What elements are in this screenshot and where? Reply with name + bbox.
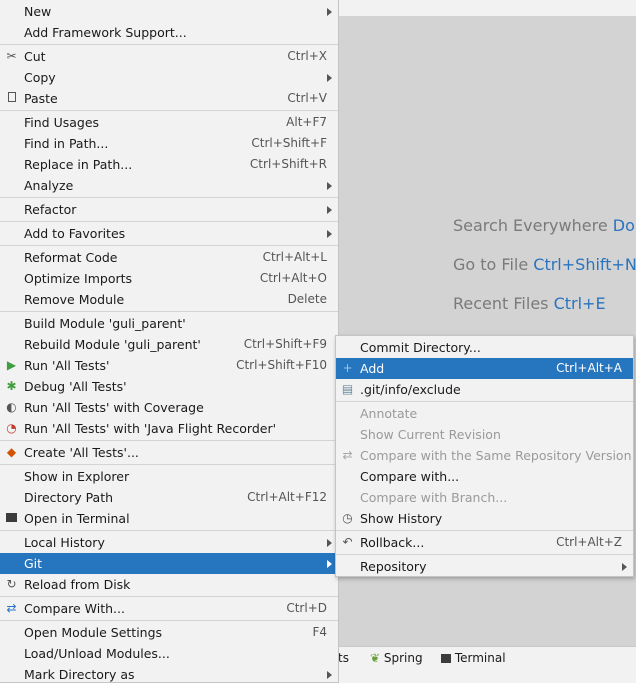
submenu-arrow-icon xyxy=(622,563,627,571)
compare-arrows-icon: ⇄ xyxy=(6,601,17,615)
menu-item-build-module[interactable]: Build Module 'guli_parent' xyxy=(0,313,338,334)
menu-item-module-settings[interactable]: Open Module Settings F4 xyxy=(0,622,338,643)
git-item-compare-branch[interactable]: Compare with Branch... xyxy=(336,487,633,508)
menu-item-local-history[interactable]: Local History xyxy=(0,532,338,553)
tool-window-terminal[interactable]: Terminal xyxy=(441,651,506,665)
menu-item-run-coverage[interactable]: ◐ Run 'All Tests' with Coverage xyxy=(0,397,338,418)
menu-item-create-tests[interactable]: ◆ Create 'All Tests'... xyxy=(0,442,338,463)
menu-separator xyxy=(0,620,338,621)
menu-item-rebuild-module[interactable]: Rebuild Module 'guli_parent' Ctrl+Shift+F… xyxy=(0,334,338,355)
git-item-show-current-revision[interactable]: Show Current Revision xyxy=(336,424,633,445)
menu-item-remove-module[interactable]: Remove Module Delete xyxy=(0,289,338,310)
submenu-arrow-icon xyxy=(327,182,332,190)
create-test-icon: ◆ xyxy=(6,445,17,459)
menu-separator xyxy=(0,245,338,246)
git-item-annotate[interactable]: Annotate xyxy=(336,403,633,424)
terminal-icon xyxy=(441,654,451,663)
plus-icon: + xyxy=(342,361,353,375)
menu-item-debug-tests[interactable]: ✱ Debug 'All Tests' xyxy=(0,376,338,397)
git-submenu: Commit Directory... + Add Ctrl+Alt+A ▤ .git… xyxy=(335,335,634,577)
menu-item-load-unload[interactable]: Load/Unload Modules... xyxy=(0,643,338,664)
git-item-compare-same-repo[interactable]: ⇄ Compare with the Same Repository Versio… xyxy=(336,445,633,466)
menu-item-analyze[interactable]: Analyze xyxy=(0,175,338,196)
profiler-icon: ◔ xyxy=(6,421,17,435)
tool-window-partial[interactable]: ts xyxy=(338,651,349,665)
menu-separator xyxy=(0,197,338,198)
hint-go-to-file: Go to File Ctrl+Shift+N xyxy=(453,255,636,274)
coverage-icon: ◐ xyxy=(6,400,17,414)
scissors-icon: ✂ xyxy=(6,49,17,63)
tool-window-spring[interactable]: ❦ Spring xyxy=(370,651,423,665)
menu-separator xyxy=(0,110,338,111)
menu-item-find-in-path[interactable]: Find in Path... Ctrl+Shift+F xyxy=(0,133,338,154)
git-item-repository[interactable]: Repository xyxy=(336,556,633,577)
menu-separator xyxy=(336,401,633,402)
menu-item-compare-with[interactable]: ⇄ Compare With... Ctrl+D xyxy=(0,598,338,619)
menu-separator xyxy=(0,464,338,465)
menu-separator xyxy=(0,440,338,441)
clock-icon: ◷ xyxy=(342,511,353,525)
file-ignore-icon: ▤ xyxy=(341,382,354,396)
git-item-rollback[interactable]: ↶ Rollback... Ctrl+Alt+Z xyxy=(336,532,633,553)
menu-item-directory-path[interactable]: Directory Path Ctrl+Alt+F12 xyxy=(0,487,338,508)
menu-item-add-favorites[interactable]: Add to Favorites xyxy=(0,223,338,244)
git-item-compare-with[interactable]: Compare with... xyxy=(336,466,633,487)
debug-bug-icon: ✱ xyxy=(6,379,17,393)
menu-item-optimize-imports[interactable]: Optimize Imports Ctrl+Alt+O xyxy=(0,268,338,289)
git-item-exclude[interactable]: ▤ .git/info/exclude xyxy=(336,379,633,400)
menu-separator xyxy=(0,44,338,45)
undo-icon: ↶ xyxy=(342,535,353,549)
menu-item-reload-disk[interactable]: ↻ Reload from Disk xyxy=(0,574,338,595)
compare-arrows-icon: ⇄ xyxy=(342,448,353,462)
menu-item-reformat-code[interactable]: Reformat Code Ctrl+Alt+L xyxy=(0,247,338,268)
menu-item-refactor[interactable]: Refactor xyxy=(0,199,338,220)
menu-item-run-jfr[interactable]: ◔ Run 'All Tests' with 'Java Flight Recor… xyxy=(0,418,338,439)
project-context-menu: New Add Framework Support... ✂ Cut Ctrl+X … xyxy=(0,0,339,683)
window-top-strip xyxy=(338,0,636,16)
run-icon: ▶ xyxy=(6,358,17,372)
submenu-arrow-icon xyxy=(327,8,332,16)
submenu-arrow-icon xyxy=(327,230,332,238)
menu-item-find-usages[interactable]: Find Usages Alt+F7 xyxy=(0,112,338,133)
menu-separator xyxy=(0,311,338,312)
menu-separator xyxy=(0,530,338,531)
menu-separator xyxy=(336,554,633,555)
git-item-add[interactable]: + Add Ctrl+Alt+A xyxy=(336,358,633,379)
tool-window-bar: ts ❦ Spring Terminal xyxy=(338,646,636,683)
git-item-show-history[interactable]: ◷ Show History xyxy=(336,508,633,529)
menu-separator xyxy=(0,221,338,222)
submenu-arrow-icon xyxy=(327,539,332,547)
menu-item-show-explorer[interactable]: Show in Explorer xyxy=(0,466,338,487)
hint-search-everywhere: Search Everywhere Doul xyxy=(453,216,636,235)
menu-item-add-framework[interactable]: Add Framework Support... xyxy=(0,22,338,43)
menu-item-paste[interactable]: Paste Ctrl+V xyxy=(0,88,338,109)
submenu-arrow-icon xyxy=(327,74,332,82)
clipboard-icon xyxy=(5,92,18,105)
menu-item-new[interactable]: New xyxy=(0,1,338,22)
menu-item-replace-in-path[interactable]: Replace in Path... Ctrl+Shift+R xyxy=(0,154,338,175)
terminal-icon xyxy=(5,512,18,525)
leaf-icon: ❦ xyxy=(370,651,381,665)
menu-item-cut[interactable]: ✂ Cut Ctrl+X xyxy=(0,46,338,67)
submenu-arrow-icon xyxy=(327,560,332,568)
refresh-icon: ↻ xyxy=(6,577,17,591)
menu-item-mark-directory[interactable]: Mark Directory as xyxy=(0,664,338,685)
menu-item-open-terminal[interactable]: Open in Terminal xyxy=(0,508,338,529)
menu-item-run-tests[interactable]: ▶ Run 'All Tests' Ctrl+Shift+F10 xyxy=(0,355,338,376)
git-item-commit-directory[interactable]: Commit Directory... xyxy=(336,337,633,358)
menu-separator xyxy=(336,530,633,531)
menu-separator xyxy=(0,596,338,597)
menu-item-copy[interactable]: Copy xyxy=(0,67,338,88)
hint-recent-files: Recent Files Ctrl+E xyxy=(453,294,606,313)
submenu-arrow-icon xyxy=(327,671,332,679)
submenu-arrow-icon xyxy=(327,206,332,214)
menu-item-git[interactable]: Git xyxy=(0,553,338,574)
